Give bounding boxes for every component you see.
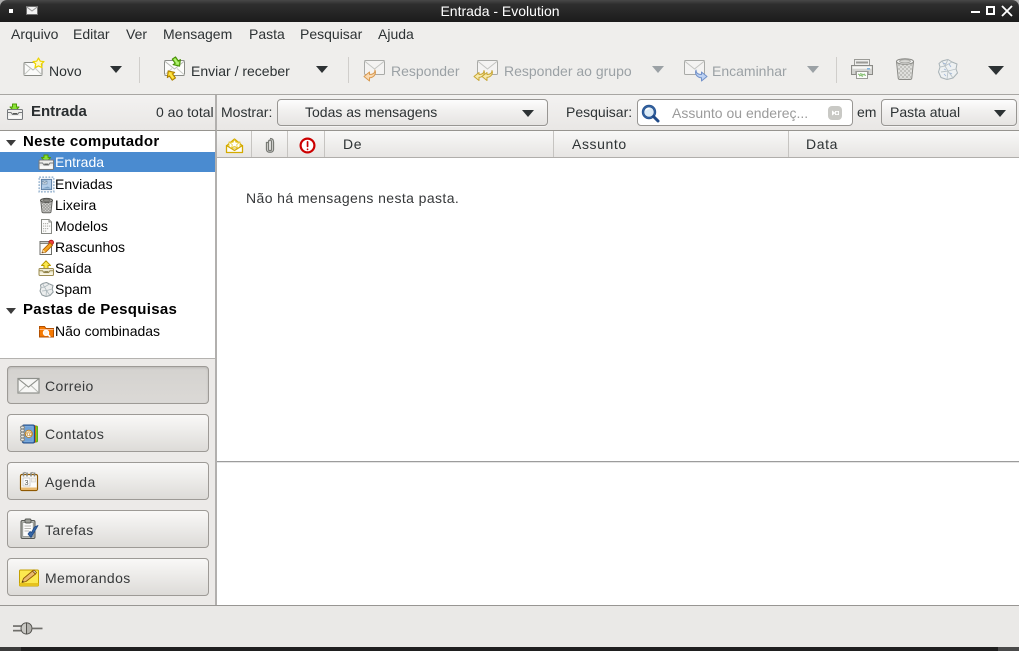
svg-text:3: 3 (24, 478, 28, 487)
svg-text:@: @ (25, 429, 32, 438)
